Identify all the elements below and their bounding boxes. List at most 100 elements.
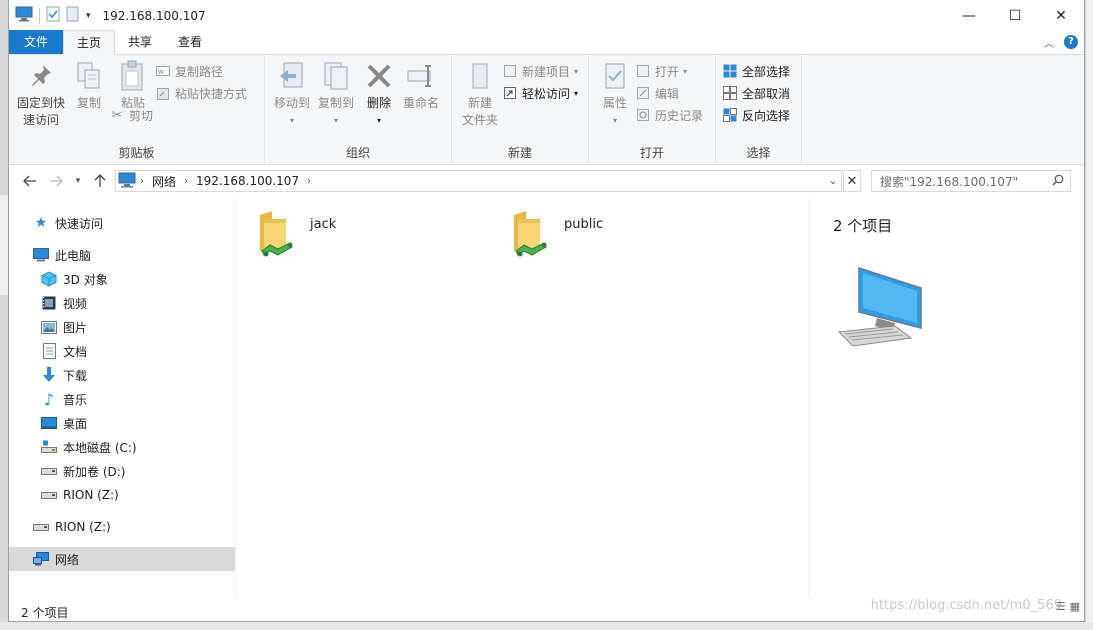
- help-icon[interactable]: ?: [1064, 35, 1078, 49]
- move-to-button[interactable]: 移动到 ▾: [271, 59, 313, 142]
- copy-path-label: 复制路径: [175, 64, 224, 79]
- easy-access-button[interactable]: 轻松访问 ▾: [502, 83, 578, 103]
- move-to-icon: [276, 59, 308, 93]
- tab-home[interactable]: 主页: [63, 30, 116, 55]
- nav-music[interactable]: ♪ 音乐: [9, 387, 235, 411]
- breadcrumb-chevron-icon[interactable]: ›: [184, 176, 188, 187]
- breadcrumb-network[interactable]: 网络: [148, 173, 180, 190]
- history-button[interactable]: 历史记录: [635, 105, 703, 125]
- share-item[interactable]: jack: [256, 209, 336, 260]
- nav-volume-d-label: 新加卷 (D:): [63, 464, 126, 479]
- address-clear-button[interactable]: ✕: [843, 170, 861, 192]
- nav-desktop[interactable]: 桌面: [9, 411, 235, 435]
- customize-qat-icon[interactable]: ▾: [86, 11, 91, 21]
- copy-to-label: 复制到: [317, 96, 354, 110]
- copy-button[interactable]: 复制: [67, 59, 111, 142]
- easy-access-icon: [502, 85, 518, 101]
- invert-selection-button[interactable]: 反向选择: [722, 105, 790, 125]
- forward-arrow-icon: [50, 175, 63, 187]
- maximize-button[interactable]: ☐: [992, 0, 1038, 31]
- nav-local-disk-c-label: 本地磁盘 (C:): [63, 440, 137, 455]
- open-icon: [635, 63, 651, 79]
- computer-icon[interactable]: [15, 6, 33, 25]
- nav-local-disk-c[interactable]: 本地磁盘 (C:): [9, 435, 235, 459]
- cut-button[interactable]: ✂ 剪切: [109, 105, 247, 125]
- paste-button[interactable]: 粘贴: [111, 59, 155, 142]
- back-button[interactable]: [17, 169, 43, 193]
- window-title: 192.168.100.107: [102, 8, 206, 23]
- properties-check-icon[interactable]: [46, 6, 60, 25]
- large-icons-view-icon[interactable]: ▦: [1070, 600, 1080, 613]
- tab-view[interactable]: 查看: [165, 30, 215, 54]
- nav-this-pc[interactable]: 此电脑: [9, 243, 235, 267]
- address-bar[interactable]: › 网络 › 192.168.100.107 › ⌄: [115, 170, 842, 192]
- copy-to-dropdown-icon: ▾: [333, 116, 338, 125]
- rename-icon: [405, 59, 437, 93]
- collapse-ribbon-icon[interactable]: ︿: [1044, 35, 1054, 50]
- back-arrow-icon: [23, 175, 36, 187]
- open-group-label: 打开: [639, 146, 664, 160]
- share-item[interactable]: public: [510, 209, 603, 260]
- copy-icon: [73, 59, 105, 93]
- paste-shortcut-button[interactable]: 粘贴快捷方式: [155, 83, 247, 103]
- nav-quick-access[interactable]: ★ 快速访问: [9, 211, 235, 235]
- search-placeholder: 搜索"192.168.100.107": [880, 174, 1019, 189]
- shared-folder-icon: [510, 209, 550, 260]
- nav-downloads[interactable]: 下载: [9, 363, 235, 387]
- forward-button[interactable]: [43, 169, 69, 193]
- nav-network[interactable]: 网络: [9, 547, 235, 571]
- open-label: 打开: [655, 64, 680, 79]
- new-folder-button[interactable]: 新建 文件夹: [458, 59, 502, 142]
- open-dropdown-icon: ▾: [683, 66, 688, 76]
- select-all-icon: [722, 63, 738, 79]
- breadcrumb-chevron-icon[interactable]: ›: [140, 176, 144, 187]
- nav-rion-z-under-pc[interactable]: RION (Z:): [9, 483, 235, 507]
- new-item-label: 新建项目: [522, 64, 571, 79]
- new-folder-qat-icon[interactable]: [66, 6, 80, 25]
- history-label: 历史记录: [655, 108, 704, 123]
- 3d-objects-icon: [41, 271, 57, 287]
- copy-to-button[interactable]: 复制到 ▾: [313, 59, 359, 142]
- paste-shortcut-icon: [155, 85, 171, 101]
- open-button[interactable]: 打开 ▾: [635, 61, 703, 81]
- rename-button[interactable]: 重命名: [399, 59, 443, 142]
- address-dropdown-icon[interactable]: ⌄: [825, 176, 841, 187]
- recent-locations-button[interactable]: ▾: [69, 169, 87, 193]
- delete-dropdown-icon: ▾: [376, 116, 381, 125]
- new-item-button[interactable]: 新建项目 ▾: [502, 61, 578, 81]
- chevron-down-icon: ▾: [75, 176, 81, 186]
- nav-pictures[interactable]: 图片: [9, 315, 235, 339]
- up-button[interactable]: [87, 169, 113, 193]
- details-item-count: 2 个项目: [833, 217, 893, 235]
- organize-group: 移动到 ▾ 复制到 ▾ 删除 ▾ 重命名 组织: [265, 55, 452, 164]
- details-view-icon[interactable]: ☰: [1056, 600, 1066, 613]
- nav-3d-objects[interactable]: 3D 对象: [9, 267, 235, 291]
- nav-documents[interactable]: 文档: [9, 339, 235, 363]
- tab-file[interactable]: 文件: [9, 30, 64, 54]
- delete-button[interactable]: 删除 ▾: [359, 59, 399, 142]
- new-item-icon: [502, 63, 518, 79]
- nav-volume-d[interactable]: 新加卷 (D:): [9, 459, 235, 483]
- search-icon[interactable]: [1052, 174, 1064, 189]
- select-none-button[interactable]: 全部取消: [722, 83, 790, 103]
- edit-button[interactable]: 编辑: [635, 83, 703, 103]
- clipboard-group: 固定到快 速访问 复制 粘贴 W 复制路径 粘贴快捷方式 ✂ 剪切 剪贴板: [9, 55, 265, 164]
- nav-rion-z[interactable]: RION (Z:): [9, 515, 235, 539]
- properties-button[interactable]: 属性 ▾: [595, 59, 635, 142]
- select-none-icon: [722, 85, 738, 101]
- select-small-buttons: 全部选择 全部取消 反向选择: [722, 59, 790, 142]
- new-small-buttons: 新建项目 ▾ 轻松访问 ▾: [502, 59, 578, 142]
- tab-share[interactable]: 共享: [115, 30, 165, 54]
- pin-quick-access-button[interactable]: 固定到快 速访问: [15, 59, 67, 142]
- search-box[interactable]: 搜索"192.168.100.107": [871, 170, 1071, 192]
- watermark-text: https://blog.csdn.net/m0_569: [870, 598, 1062, 613]
- status-item-count: 2 个项目: [21, 605, 69, 620]
- breadcrumb-host[interactable]: 192.168.100.107: [192, 174, 303, 188]
- pin-icon: [25, 59, 57, 93]
- close-button[interactable]: ✕: [1038, 0, 1084, 31]
- breadcrumb-chevron-icon[interactable]: ›: [307, 176, 311, 187]
- minimize-button[interactable]: —: [946, 0, 992, 31]
- select-all-button[interactable]: 全部选择: [722, 61, 790, 81]
- copy-path-button[interactable]: W 复制路径: [155, 61, 247, 81]
- nav-videos[interactable]: 视频: [9, 291, 235, 315]
